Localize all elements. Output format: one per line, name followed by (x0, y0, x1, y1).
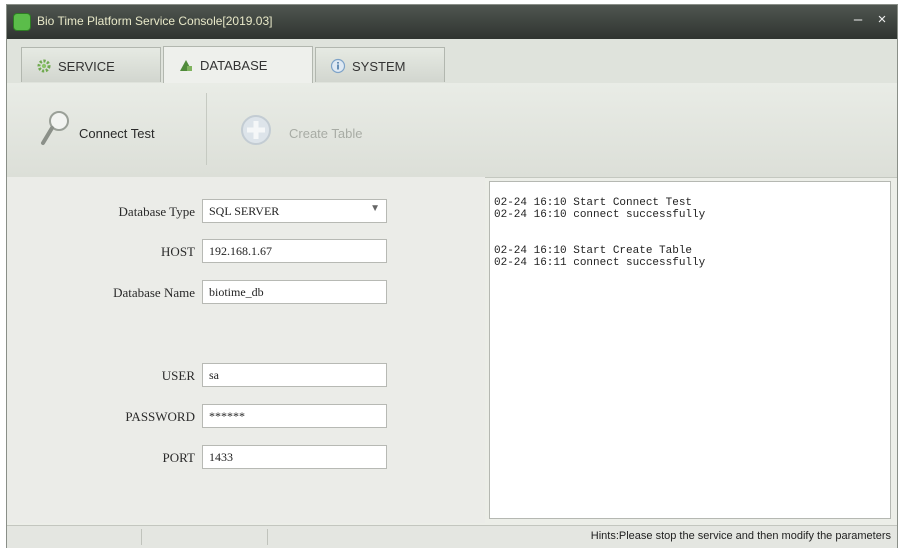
toolbar-separator (206, 93, 207, 165)
db-name-input[interactable]: biotime_db (202, 280, 387, 304)
minimize-button[interactable]: – (847, 11, 869, 31)
status-cell (141, 529, 268, 545)
tab-database-label: DATABASE (200, 58, 268, 73)
add-icon (241, 115, 271, 145)
create-table-button[interactable]: Create Table (239, 93, 409, 165)
database-icon (180, 60, 192, 71)
tab-service[interactable]: SERVICE (21, 47, 161, 82)
connect-test-button[interactable]: Connect Test (39, 93, 199, 165)
info-icon (330, 58, 346, 74)
db-type-row: Database Type SQL SERVER ▼ (7, 199, 485, 225)
close-button[interactable]: × (871, 11, 893, 31)
user-input[interactable]: sa (202, 363, 387, 387)
main-window: Bio Time Platform Service Console[2019.0… (6, 4, 898, 548)
tab-system[interactable]: SYSTEM (315, 47, 445, 82)
host-input[interactable]: 192.168.1.67 (202, 239, 387, 263)
db-type-value: SQL SERVER (209, 204, 280, 218)
status-hint: Hints:Please stop the service and then m… (590, 530, 891, 542)
port-input[interactable]: 1433 (202, 445, 387, 469)
magnifier-icon (41, 111, 69, 145)
db-type-label: Database Type (118, 204, 195, 219)
db-name-row: Database Name biotime_db (7, 280, 485, 306)
port-row: PORT 1433 (7, 445, 485, 471)
log-line: 02-24 16:11 connect successfully (494, 257, 706, 269)
db-type-select[interactable]: SQL SERVER ▼ (202, 199, 387, 223)
tab-system-label: SYSTEM (352, 59, 406, 74)
db-name-label: Database Name (113, 285, 195, 300)
gear-icon (37, 59, 51, 73)
port-label: PORT (162, 450, 195, 465)
log-output[interactable]: 02-24 16:10 Start Connect Test 02-24 16:… (489, 181, 891, 519)
app-icon (13, 13, 31, 31)
log-line: 02-24 16:10 Start Connect Test (494, 197, 693, 209)
status-bar: Hints:Please stop the service and then m… (7, 525, 897, 548)
toolbar: Connect Test Create Table (7, 83, 897, 178)
create-table-label: Create Table (289, 126, 363, 141)
password-input[interactable]: ****** (202, 404, 387, 428)
window-title: Bio Time Platform Service Console[2019.0… (37, 14, 273, 28)
tab-bar: SERVICE DATABASE SYSTEM (7, 39, 897, 84)
status-cell (7, 529, 142, 545)
tab-database[interactable]: DATABASE (163, 46, 313, 83)
host-label: HOST (161, 244, 195, 259)
title-bar[interactable]: Bio Time Platform Service Console[2019.0… (7, 5, 897, 39)
database-settings-panel: Database Type SQL SERVER ▼ HOST 192.168.… (7, 177, 485, 523)
user-row: USER sa (7, 363, 485, 389)
user-label: USER (161, 368, 195, 383)
connect-test-label: Connect Test (79, 126, 155, 141)
chevron-down-icon: ▼ (370, 203, 380, 214)
log-line: 02-24 16:10 Start Create Table (494, 245, 693, 257)
host-row: HOST 192.168.1.67 (7, 239, 485, 265)
tab-service-label: SERVICE (58, 59, 115, 74)
log-line: 02-24 16:10 connect successfully (494, 209, 706, 221)
password-row: PASSWORD ****** (7, 404, 485, 430)
password-label: PASSWORD (125, 409, 195, 424)
